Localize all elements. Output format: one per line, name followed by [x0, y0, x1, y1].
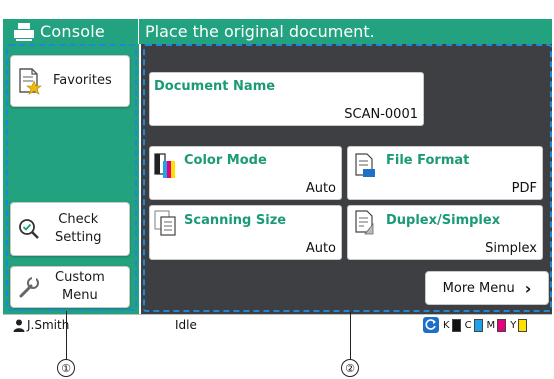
toner-bar-m [497, 318, 507, 332]
user-indicator[interactable]: J.Smith [13, 318, 69, 332]
toner-bar-c [473, 318, 483, 332]
toner-label-k: K [443, 319, 450, 331]
status-bar: J.Smith Idle K C M Y [3, 314, 552, 336]
console-tab[interactable]: Console [3, 19, 138, 44]
callout-1-line [66, 311, 67, 359]
toner-label-y: Y [510, 319, 517, 331]
toner-bar-k [451, 318, 461, 332]
message-text: Place the original document. [145, 22, 375, 41]
toner-levels: K C M Y [423, 317, 528, 333]
machine-state: Idle [175, 318, 197, 332]
toner-label-m: M [486, 319, 496, 331]
refresh-icon [423, 317, 439, 333]
left-area-highlight [6, 44, 137, 311]
user-name: J.Smith [27, 318, 70, 332]
callout-2-line [350, 312, 351, 359]
main-area-highlight [143, 44, 552, 312]
message-bar: Place the original document. [139, 19, 552, 44]
user-icon [13, 319, 25, 332]
callout-2: ② [341, 359, 359, 377]
toner-label-c: C [464, 319, 472, 331]
console-label: Console [40, 22, 105, 41]
callout-1: ① [57, 359, 75, 377]
toner-bar-y [518, 318, 528, 332]
printer-icon [14, 22, 34, 41]
panel-screenshot: { "header": { "console_label": "Console"… [0, 0, 554, 379]
